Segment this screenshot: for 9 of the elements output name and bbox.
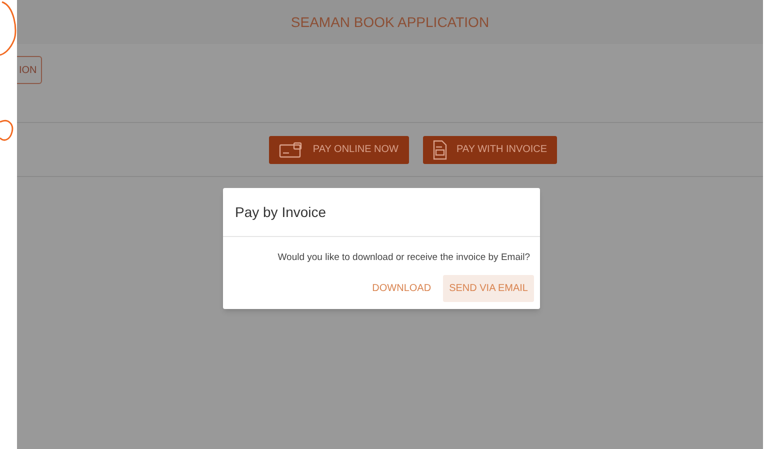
page-title: SEAMAN BOOK APPLICATION [290, 12, 490, 32]
partial-button[interactable]: ION [17, 56, 42, 84]
dialog-title: Pay by Invoice [235, 202, 326, 222]
dialog-action-button[interactable]: SEND VIA EMAIL [443, 275, 534, 302]
payment-button[interactable]: PAY ONLINE NOW [268, 136, 408, 164]
document-icon [432, 140, 446, 160]
payment-button[interactable]: PAY WITH INVOICE [422, 136, 558, 164]
card-icon [278, 142, 303, 158]
dialog-message: Would you like to download or receive the invoice by Email? [278, 251, 530, 265]
